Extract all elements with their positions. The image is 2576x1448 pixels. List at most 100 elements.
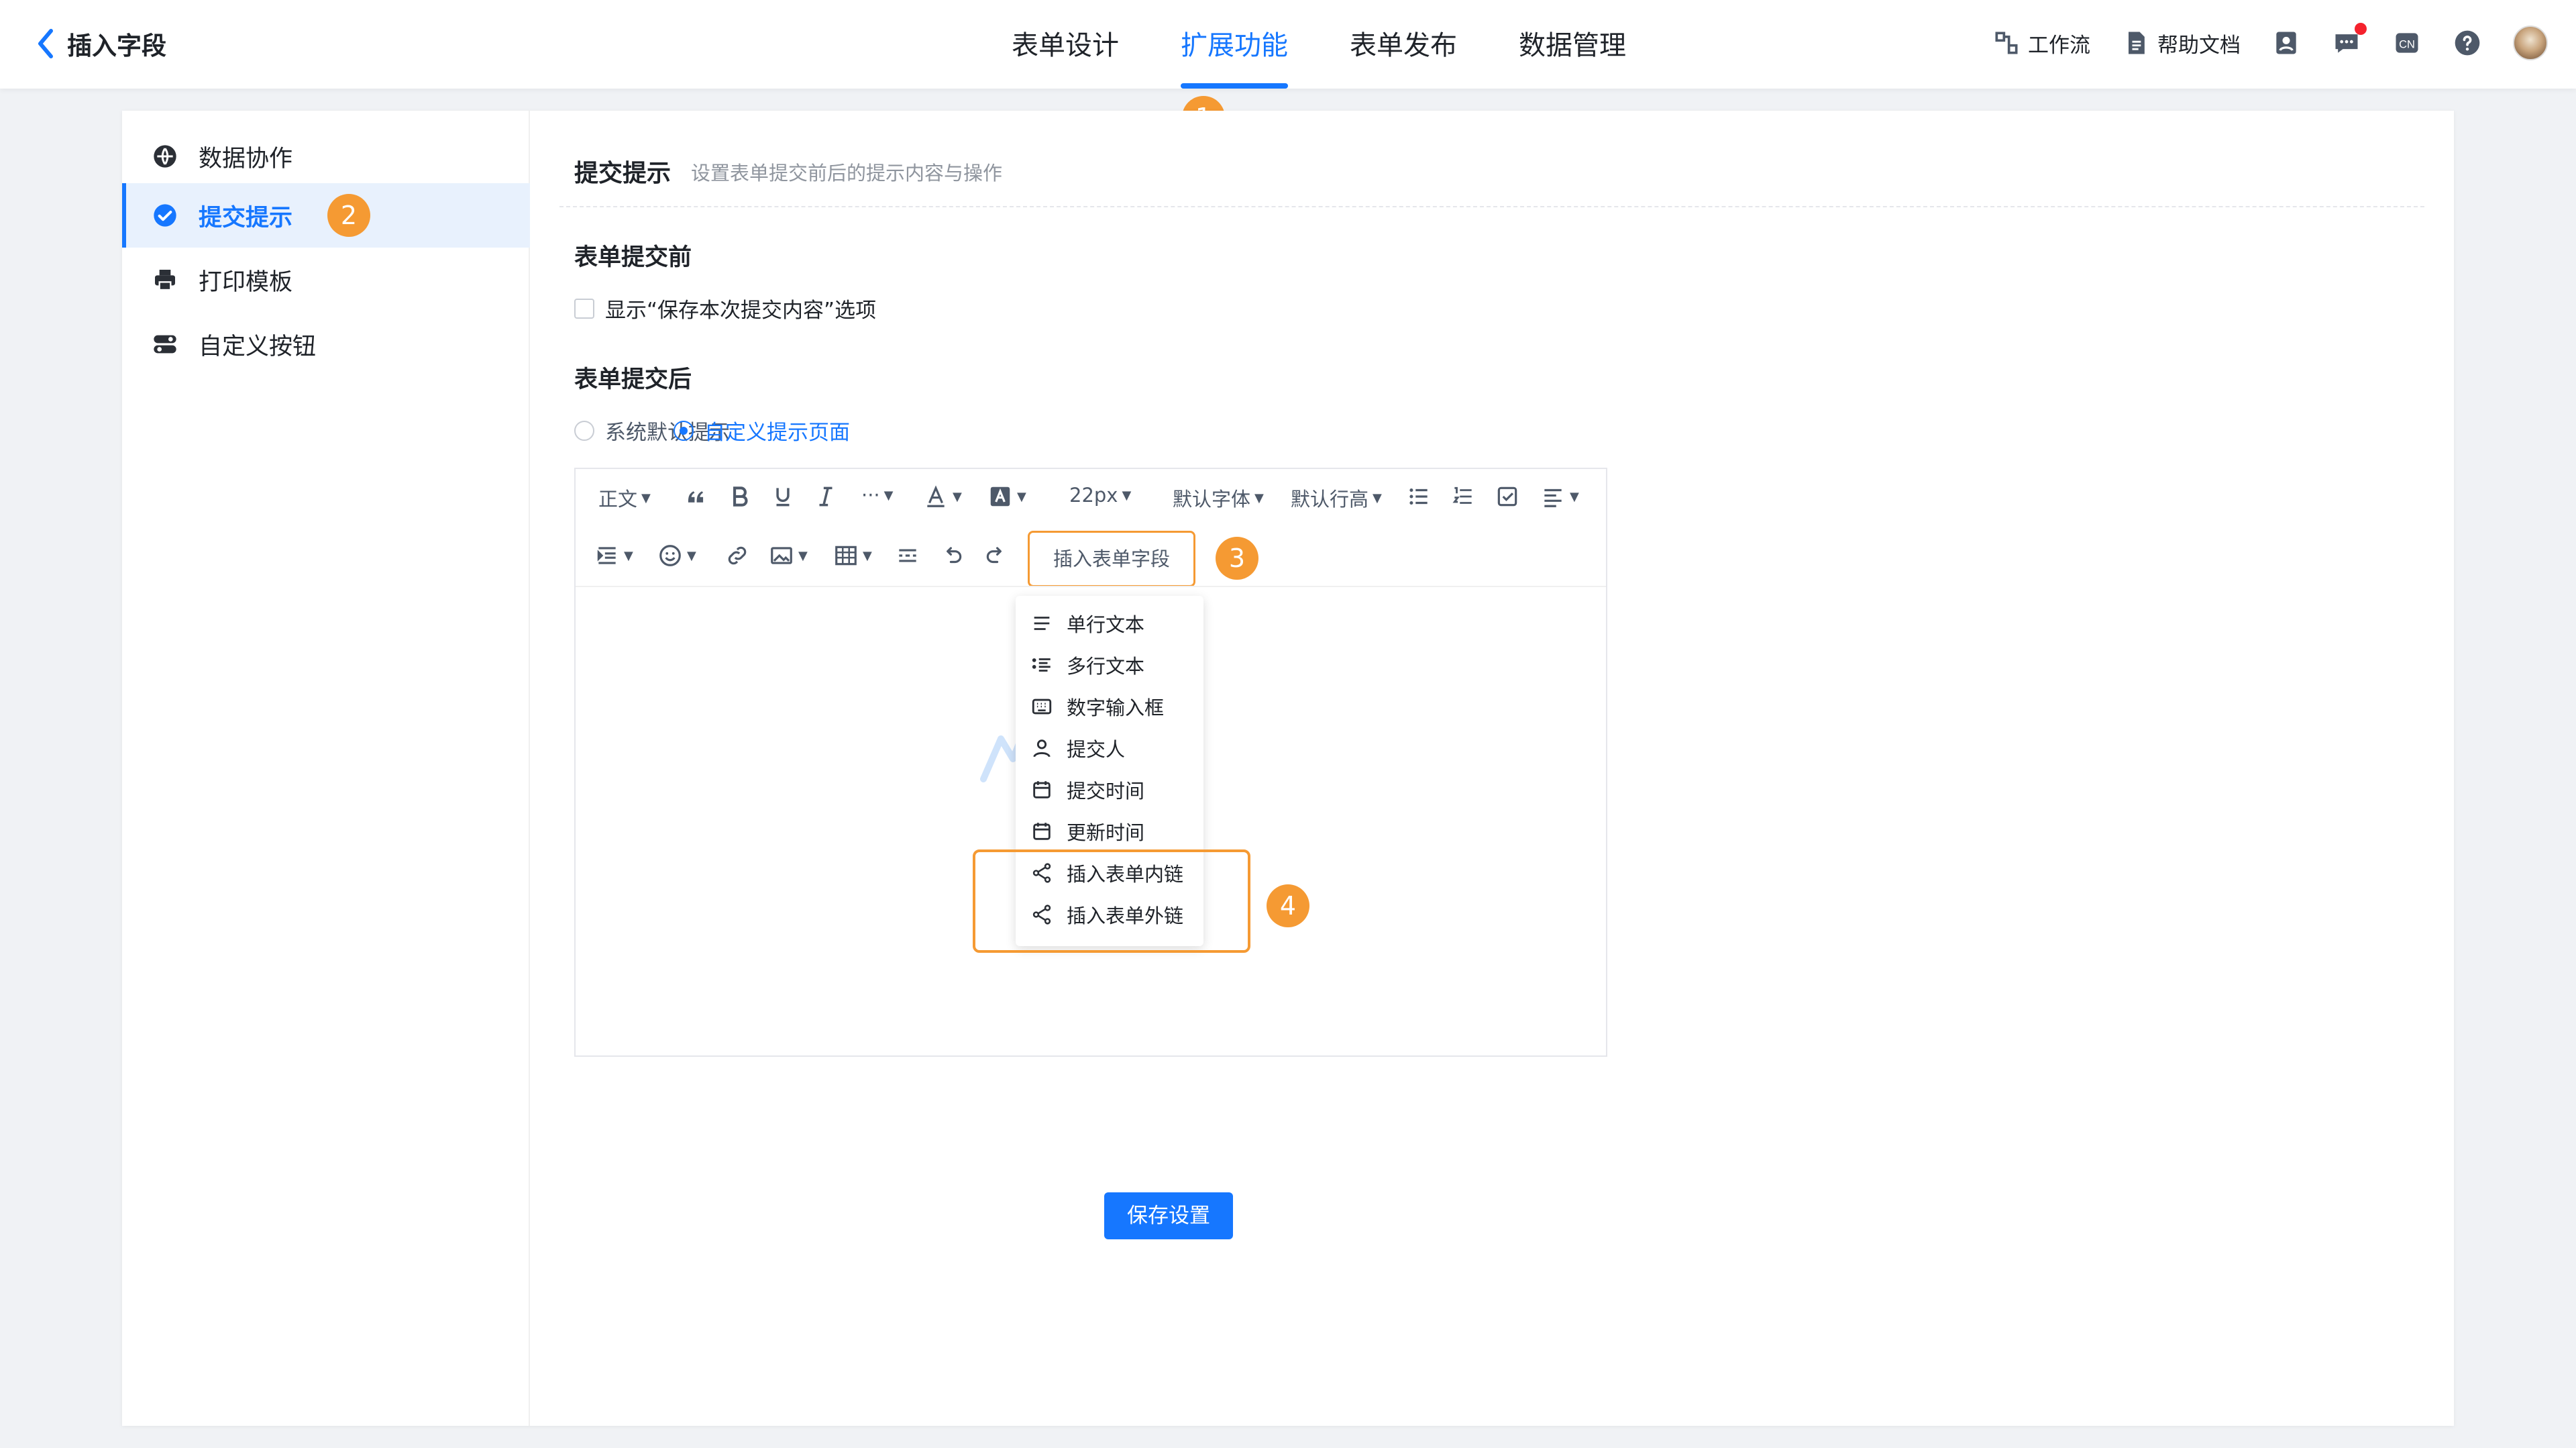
tab-form-design[interactable]: 表单设计: [981, 0, 1150, 89]
dropdown-item-single-line[interactable]: 单行文本: [1016, 603, 1203, 644]
font-color-button[interactable]: ▼: [923, 484, 962, 509]
dropdown-item-submit-time[interactable]: 提交时间: [1016, 769, 1203, 811]
keyboard-icon: [1032, 699, 1052, 715]
tab-form-publish[interactable]: 表单发布: [1319, 0, 1488, 89]
language-button[interactable]: CN: [2392, 28, 2422, 58]
custom-page-radio[interactable]: [674, 420, 694, 441]
avatar[interactable]: [2513, 25, 2548, 60]
contacts-button[interactable]: [2271, 28, 2301, 58]
help-docs-button[interactable]: 帮助文档: [2121, 28, 2241, 58]
bold-button[interactable]: [727, 484, 753, 509]
notification-dot: [2355, 23, 2367, 35]
font-color-icon: [927, 485, 945, 507]
top-bar: 插入字段 表单设计 扩展功能 表单发布 数据管理 工作流 帮助文档 CN: [0, 0, 2576, 89]
back-button[interactable]: 插入字段: [35, 25, 166, 62]
image-button[interactable]: ▼: [769, 543, 808, 568]
sidebar-item-custom-buttons[interactable]: 自定义按钮: [122, 312, 530, 376]
sidebar-item-label: 提交提示: [199, 204, 293, 231]
align-select[interactable]: ▼: [1540, 484, 1579, 509]
caret-down-icon: ▼: [863, 548, 872, 563]
multi-line-icon: [1032, 658, 1051, 672]
dropdown-item-multi-line[interactable]: 多行文本: [1016, 644, 1203, 686]
link-button[interactable]: [724, 543, 750, 568]
single-line-icon: [1034, 617, 1050, 630]
table-icon: [835, 546, 857, 566]
workflow-icon: [1995, 32, 2018, 54]
caret-down-icon: ▼: [687, 548, 696, 563]
caret-down-icon: ▼: [1254, 490, 1264, 505]
caret-down-icon: ▼: [798, 548, 808, 563]
insert-form-field-button[interactable]: 插入表单字段: [1028, 531, 1195, 587]
main-tabs: 表单设计 扩展功能 表单发布 数据管理: [981, 0, 1657, 89]
sidebar-item-label: 数据协作: [199, 145, 293, 172]
caret-down-icon: ▼: [1373, 490, 1382, 505]
divider-button[interactable]: [895, 543, 920, 568]
redo-button[interactable]: [983, 543, 1009, 568]
todo-list-button[interactable]: [1495, 484, 1520, 509]
numbered-list-button[interactable]: [1450, 484, 1476, 509]
section-description: 设置表单提交前后的提示内容与操作: [691, 162, 1003, 185]
workflow-button[interactable]: 工作流: [1992, 28, 2090, 58]
quote-button[interactable]: [683, 484, 708, 509]
highlight-icon: [990, 486, 1010, 507]
page-title: 插入字段: [67, 32, 166, 60]
default-tip-radio[interactable]: [574, 420, 594, 441]
redo-icon: [986, 547, 1002, 564]
emoji-icon: [659, 545, 681, 566]
check-circle-icon: [154, 204, 176, 227]
caret-down-icon: ▼: [1122, 488, 1132, 503]
more-formats-button[interactable]: ··· ▼: [861, 484, 894, 507]
background-color-button[interactable]: ▼: [987, 484, 1026, 509]
dropdown-item-number-input[interactable]: 数字输入框: [1016, 686, 1203, 727]
emoji-button[interactable]: ▼: [657, 543, 696, 568]
underline-button[interactable]: [770, 484, 796, 509]
dropdown-item-label: 数字输入框: [1067, 696, 1165, 719]
annotation-badge-3: 3: [1216, 537, 1258, 580]
align-left-icon: [1544, 488, 1562, 507]
language-icon: CN: [2396, 33, 2418, 53]
calendar-icon: [1033, 781, 1051, 798]
font-size-select[interactable]: 22px ▼: [1069, 484, 1131, 507]
save-content-checkbox[interactable]: [574, 298, 594, 319]
annotation-badge-2: 2: [327, 194, 370, 237]
caret-down-icon: ▼: [624, 548, 633, 563]
sidebar-item-print-template[interactable]: 打印模板: [122, 248, 530, 312]
font-family-select[interactable]: 默认字体 ▼: [1173, 484, 1264, 512]
link-icon: [728, 546, 747, 565]
indent-icon: [597, 547, 616, 564]
bullet-list-button[interactable]: [1406, 484, 1432, 509]
toolbar-divider: [576, 586, 1606, 587]
save-settings-button[interactable]: 保存设置: [1104, 1192, 1233, 1239]
italic-icon: [819, 486, 833, 507]
tab-extensions[interactable]: 扩展功能: [1150, 0, 1319, 89]
custom-page-label: 自定义提示页面: [704, 421, 850, 445]
sidebar-item-label: 自定义按钮: [199, 333, 317, 360]
more-label: ···: [861, 484, 880, 507]
caret-down-icon: ▼: [641, 490, 651, 505]
underline-icon: [776, 488, 790, 507]
custom-page-option[interactable]: 自定义提示页面: [674, 415, 850, 446]
bullet-list-icon: [1409, 488, 1428, 505]
save-content-option[interactable]: 显示“保存本次提交内容”选项: [574, 293, 876, 323]
horizontal-rule-icon: [899, 549, 916, 562]
indent-select[interactable]: ▼: [594, 543, 633, 568]
messages-button[interactable]: [2332, 23, 2367, 58]
dropdown-item-label: 单行文本: [1067, 613, 1145, 636]
dropdown-item-submitter[interactable]: 提交人: [1016, 727, 1203, 769]
checkbox-icon: [1497, 486, 1517, 507]
italic-button[interactable]: [813, 484, 839, 509]
contact-card-icon: [2276, 32, 2296, 54]
chevron-left-icon: [38, 29, 53, 58]
links-highlight-box: [973, 849, 1250, 953]
sidebar-item-data-collab[interactable]: 数据协作: [122, 124, 530, 189]
help-button[interactable]: [2453, 28, 2482, 58]
dropdown-item-update-time[interactable]: 更新时间: [1016, 811, 1203, 852]
line-height-select[interactable]: 默认行高 ▼: [1291, 484, 1382, 512]
sidebar-item-submit-tips[interactable]: 提交提示: [122, 183, 530, 248]
table-button[interactable]: ▼: [833, 543, 872, 568]
tab-data-management[interactable]: 数据管理: [1488, 0, 1657, 89]
undo-icon: [947, 547, 962, 564]
caret-down-icon: ▼: [1570, 489, 1579, 504]
paragraph-select[interactable]: 正文 ▼: [598, 484, 651, 512]
undo-button[interactable]: [939, 543, 965, 568]
